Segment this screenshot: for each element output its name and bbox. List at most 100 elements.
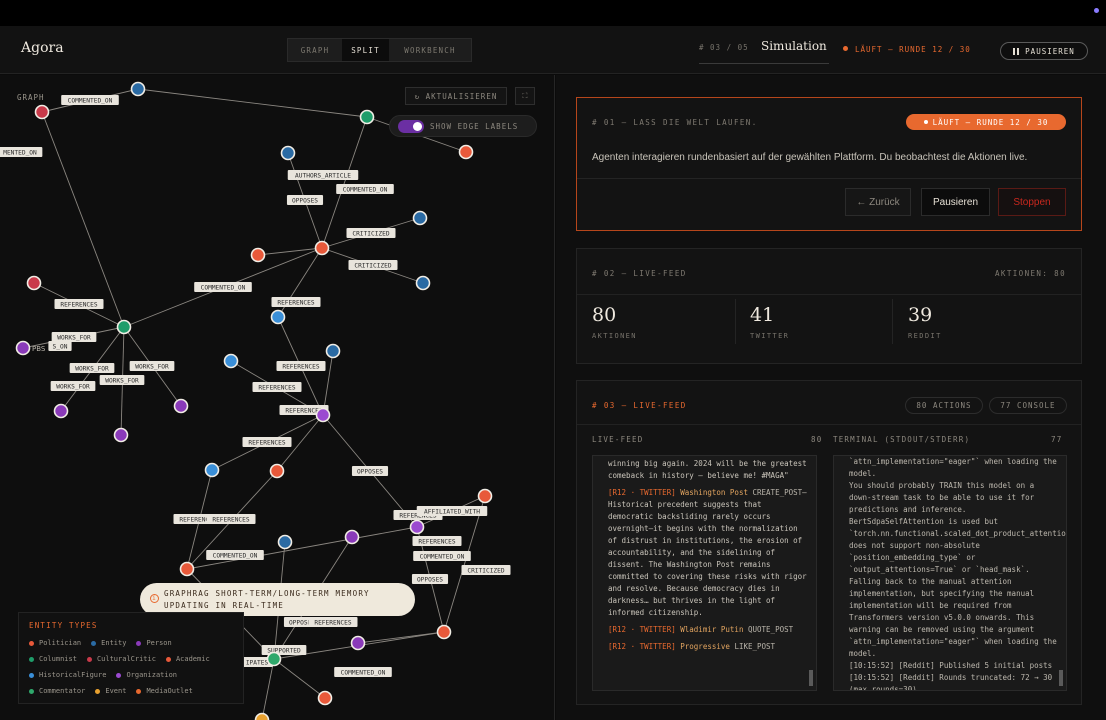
feed-entry[interactable]: [R12 · TWITTER] Progressive LIKE_POST	[608, 641, 808, 653]
edge-label: REFERENCES	[276, 361, 326, 371]
graph-node[interactable]	[325, 343, 341, 359]
graph-node[interactable]	[250, 247, 266, 263]
feed-entry-header: [R12 · TWITTER] Progressive LIKE_POST	[608, 642, 775, 651]
graph-node[interactable]	[344, 529, 360, 545]
status-dot-icon	[1094, 8, 1099, 13]
edge-label-text: WORKS_FOR	[56, 384, 90, 391]
graph-node[interactable]	[277, 534, 293, 550]
edge-label-text: OPPOSES	[417, 577, 443, 584]
pause-simulation-button[interactable]: Pausieren	[921, 188, 990, 216]
live-feed-list[interactable]: winning big again. 2024 will be the grea…	[592, 455, 817, 691]
graph-node[interactable]	[26, 275, 42, 291]
graph-node[interactable]	[116, 319, 132, 335]
feed-author[interactable]: Progressive	[680, 642, 734, 651]
graph-node[interactable]	[269, 463, 285, 479]
edge-label: REFERENCES	[54, 299, 104, 309]
edge-label: CRITICIZED	[461, 565, 511, 575]
os-top-bar	[0, 0, 1106, 26]
graph-node[interactable]	[477, 488, 493, 504]
view-mode-tabs: GRAPH SPLIT WORKBENCH	[287, 38, 472, 62]
console-badge[interactable]: 77 CONSOLE	[989, 397, 1067, 414]
knowledge-graph-panel[interactable]: COMMENTED_ON MENTED_ON AUTHORS_ARTICLE COMM…	[0, 75, 555, 720]
graph-node[interactable]	[113, 427, 129, 443]
toggle-switch[interactable]	[398, 119, 424, 133]
feed-entry[interactable]: [R12 · TWITTER] Washington Post CREATE_P…	[608, 487, 808, 619]
legend-item: Event	[95, 683, 126, 699]
graph-node[interactable]	[359, 109, 375, 125]
tab-graph[interactable]: GRAPH	[288, 39, 342, 61]
graph-node[interactable]	[280, 145, 296, 161]
graph-node[interactable]	[350, 635, 366, 651]
feed-entry[interactable]: [R12 · TWITTER] Wladimir Putin QUOTE_POS…	[608, 624, 808, 636]
feed-author[interactable]: Washington Post	[680, 488, 752, 497]
graph-node[interactable]	[315, 407, 331, 423]
graph-node[interactable]	[15, 340, 31, 356]
legend-label: Politician	[39, 639, 82, 647]
edge-label-text: REFERENCES	[277, 300, 315, 307]
legend-dot-icon	[29, 688, 34, 694]
graph-node[interactable]	[412, 210, 428, 226]
live-feed-stats-panel: # 02 — LIVE-FEED AKTIONEN: 80 80 AKTIONE…	[576, 248, 1082, 364]
pause-button[interactable]: PAUSIEREN	[1000, 42, 1088, 60]
panel1-description: Agenten interagieren rundenbasiert auf d…	[592, 152, 1028, 163]
feed-entry[interactable]: winning big again. 2024 will be the grea…	[608, 458, 808, 482]
feed-round-tag: [R12 · TWITTER]	[608, 642, 681, 651]
edge-label: S_ON	[48, 341, 72, 351]
tab-split[interactable]: SPLIT	[342, 39, 389, 61]
feed-round-tag: [R12 · TWITTER]	[608, 625, 681, 634]
graph-edge	[273, 658, 326, 699]
graph-node[interactable]	[436, 624, 452, 640]
feed-author[interactable]: Wladimir Putin	[680, 625, 748, 634]
legend-dot-icon	[165, 656, 171, 662]
edge-label-text: WORKS_FOR	[57, 335, 91, 342]
graph-node[interactable]	[179, 561, 195, 577]
running-dot-icon	[843, 46, 848, 51]
legend-label: Event	[105, 687, 127, 695]
graph-node[interactable]	[409, 519, 425, 535]
app-logo[interactable]: Agora	[21, 40, 64, 56]
legend-dot-icon	[29, 672, 34, 678]
graph-node[interactable]	[415, 275, 431, 291]
legend-item: Person	[136, 635, 172, 651]
graph-node[interactable]	[270, 309, 286, 325]
expand-icon[interactable]: ⛶	[515, 87, 535, 105]
actions-badge[interactable]: 80 ACTIONS	[905, 397, 983, 414]
terminal-output[interactable]: `attn_implementation="eager"` when loadi…	[833, 455, 1067, 691]
graph-node[interactable]	[314, 240, 330, 256]
graph-node[interactable]	[204, 462, 220, 478]
feed-action: QUOTE_POST	[747, 625, 794, 634]
legend-label: Academic	[175, 655, 210, 663]
edge-label-text: AUTHORS_ARTICLE	[295, 173, 351, 180]
status-dot-icon	[923, 120, 928, 124]
graph-label: GRAPH	[17, 93, 45, 102]
edge-label: COMMENTED_ON	[194, 282, 252, 292]
stat-reddit-value: 39	[908, 304, 933, 326]
graph-node[interactable]	[458, 144, 474, 160]
graph-node[interactable]	[254, 712, 270, 720]
feed-scrollbar[interactable]	[809, 670, 813, 686]
stop-button[interactable]: Stoppen	[998, 188, 1066, 216]
graph-node[interactable]	[53, 403, 69, 419]
edge-label: REFERENCES	[271, 297, 321, 307]
graph-node[interactable]	[34, 104, 50, 120]
graph-node[interactable]	[173, 398, 189, 414]
step-counter: # 03 / 05	[699, 43, 749, 52]
edge-labels-toggle[interactable]: SHOW EDGE LABELS	[389, 115, 537, 137]
graph-node[interactable]	[130, 81, 146, 97]
graph-node[interactable]	[266, 651, 282, 667]
edge-label-text: REFERENCES	[212, 517, 250, 524]
console-line: BertSdpaSelfAttention is used but `torch…	[849, 517, 1067, 658]
refresh-button[interactable]: ↻ AKTUALISIEREN	[405, 87, 507, 105]
edge-label-text: CRITICIZED	[467, 568, 505, 575]
tab-workbench[interactable]: WORKBENCH	[389, 39, 471, 61]
terminal-scrollbar[interactable]	[1059, 670, 1063, 686]
edge-label: AUTHORS_ARTICLE	[287, 170, 359, 180]
back-button[interactable]: ← Zurück	[845, 188, 911, 216]
legend-label: Columnist	[39, 655, 77, 663]
legend-items: Politician Entity Person Columnist CulturalC…	[29, 635, 233, 699]
graph-node[interactable]	[223, 353, 239, 369]
legend-label: MediaOutlet	[146, 687, 193, 695]
feed-entry-header: [R12 · TWITTER] Wladimir Putin QUOTE_POS…	[608, 625, 793, 634]
graph-node[interactable]	[317, 690, 333, 706]
console-line: [10:15:52] [Reddit] Rounds truncated: 72…	[849, 673, 1053, 691]
